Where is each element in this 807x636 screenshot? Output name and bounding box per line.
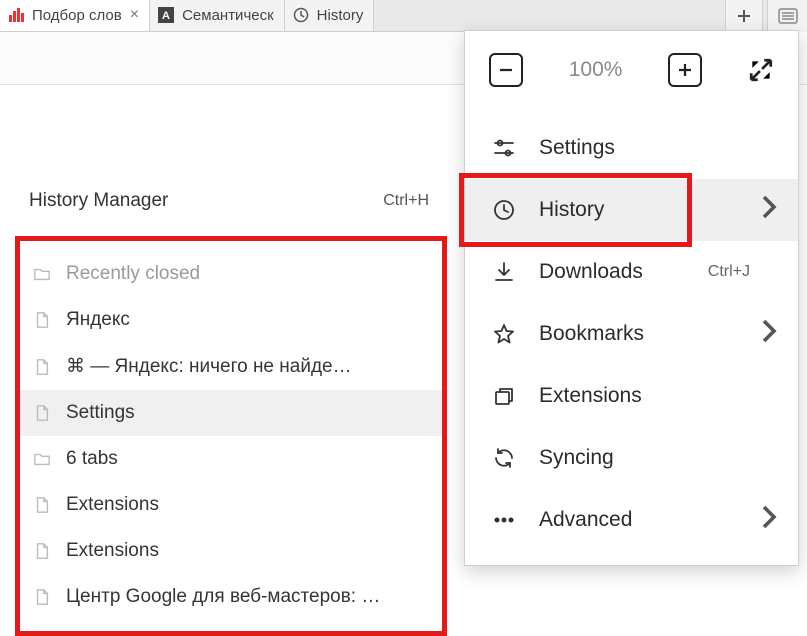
menu-item-history[interactable]: History (465, 179, 798, 241)
sliders-icon (491, 135, 517, 161)
main-menu-dropdown: 100% Settings History Downloads Ctrl+J Bookm… (464, 30, 799, 566)
svg-text:A: A (162, 10, 170, 22)
page-icon (32, 587, 52, 607)
fullscreen-button[interactable] (748, 57, 774, 83)
page-icon (32, 310, 52, 330)
tab-history[interactable]: History (285, 0, 375, 31)
tab-label: Семантическ (182, 7, 274, 24)
new-tab-button[interactable] (725, 0, 763, 32)
menu-item-label: Syncing (539, 446, 614, 470)
chevron-right-icon (756, 505, 780, 535)
star-icon (491, 321, 517, 347)
history-submenu: History Manager Ctrl+H Recently closed Ян… (15, 178, 447, 636)
folder-icon (32, 264, 52, 284)
menu-item-label: History (539, 198, 604, 222)
menu-item-label: Advanced (539, 508, 632, 532)
page-icon (32, 541, 52, 561)
history-item[interactable]: Центр Google для веб-мастеров: … (20, 574, 442, 620)
menu-item-settings[interactable]: Settings (465, 117, 798, 179)
page-icon (32, 495, 52, 515)
menu-item-label: Settings (539, 136, 615, 160)
page-icon (32, 403, 52, 423)
history-item[interactable]: Extensions (20, 528, 442, 574)
zoom-value: 100% (569, 58, 623, 82)
history-item[interactable]: ⌘ — Яндекс: ничего не найде… (20, 343, 442, 390)
history-item-label: ⌘ — Яндекс: ничего не найде… (66, 355, 352, 378)
history-header-title: History Manager (29, 190, 168, 212)
menu-item-label: Extensions (539, 384, 642, 408)
history-item-label: Extensions (66, 494, 159, 516)
chevron-right-icon (756, 319, 780, 349)
dots-icon (491, 507, 517, 533)
history-item[interactable]: Яндекс (20, 297, 442, 343)
history-item[interactable]: Recently closed (20, 251, 442, 297)
folder-icon (32, 449, 52, 469)
history-item[interactable]: 6 tabs (20, 436, 442, 482)
history-list-highlight: Recently closed Яндекс ⌘ — Яндекс: ничего … (15, 236, 447, 636)
history-item[interactable]: Settings (20, 390, 442, 436)
menu-item-bookmarks[interactable]: Bookmarks (465, 303, 798, 365)
download-icon (491, 259, 517, 285)
menu-item-extensions[interactable]: Extensions (465, 365, 798, 427)
chevron-right-icon (756, 195, 780, 225)
zoom-row: 100% (465, 31, 798, 117)
menu-item-advanced[interactable]: Advanced (465, 489, 798, 551)
plus-icon (736, 8, 752, 24)
bars-red-icon (8, 7, 24, 23)
clock-icon (491, 197, 517, 223)
history-item-label: Яндекс (66, 309, 130, 331)
tab-semantic[interactable]: A Семантическ (150, 0, 285, 31)
history-item-label: 6 tabs (66, 448, 118, 470)
page-icon (32, 357, 52, 377)
menu-item-label: Bookmarks (539, 322, 644, 346)
history-item-label: Recently closed (66, 263, 200, 285)
menu-item-syncing[interactable]: Syncing (465, 427, 798, 489)
tab-label: History (317, 7, 364, 24)
tab-podbor[interactable]: Подбор слов × (0, 0, 150, 31)
history-item-label: Центр Google для веб-мастеров: … (66, 586, 380, 608)
history-item-label: Extensions (66, 540, 159, 562)
history-item-label: Settings (66, 402, 135, 424)
close-icon[interactable]: × (130, 7, 139, 23)
tab-strip: Подбор слов × A Семантическ History (0, 0, 807, 32)
history-header-row[interactable]: History Manager Ctrl+H (15, 178, 447, 236)
plus-icon (676, 61, 694, 79)
clock-icon (293, 7, 309, 23)
minus-icon (497, 61, 515, 79)
zoom-in-button[interactable] (668, 53, 702, 87)
stack-icon (491, 383, 517, 409)
hamburger-icon (778, 8, 798, 24)
sync-icon (491, 445, 517, 471)
main-menu-button[interactable] (767, 0, 807, 32)
tab-label: Подбор слов (32, 7, 122, 24)
menu-item-downloads[interactable]: Downloads Ctrl+J (465, 241, 798, 303)
zoom-out-button[interactable] (489, 53, 523, 87)
letter-a-icon: A (158, 7, 174, 23)
history-header-shortcut: Ctrl+H (383, 192, 429, 210)
menu-item-shortcut: Ctrl+J (708, 263, 750, 281)
fullscreen-icon (748, 57, 774, 83)
menu-item-label: Downloads (539, 260, 643, 284)
history-item[interactable]: Extensions (20, 482, 442, 528)
